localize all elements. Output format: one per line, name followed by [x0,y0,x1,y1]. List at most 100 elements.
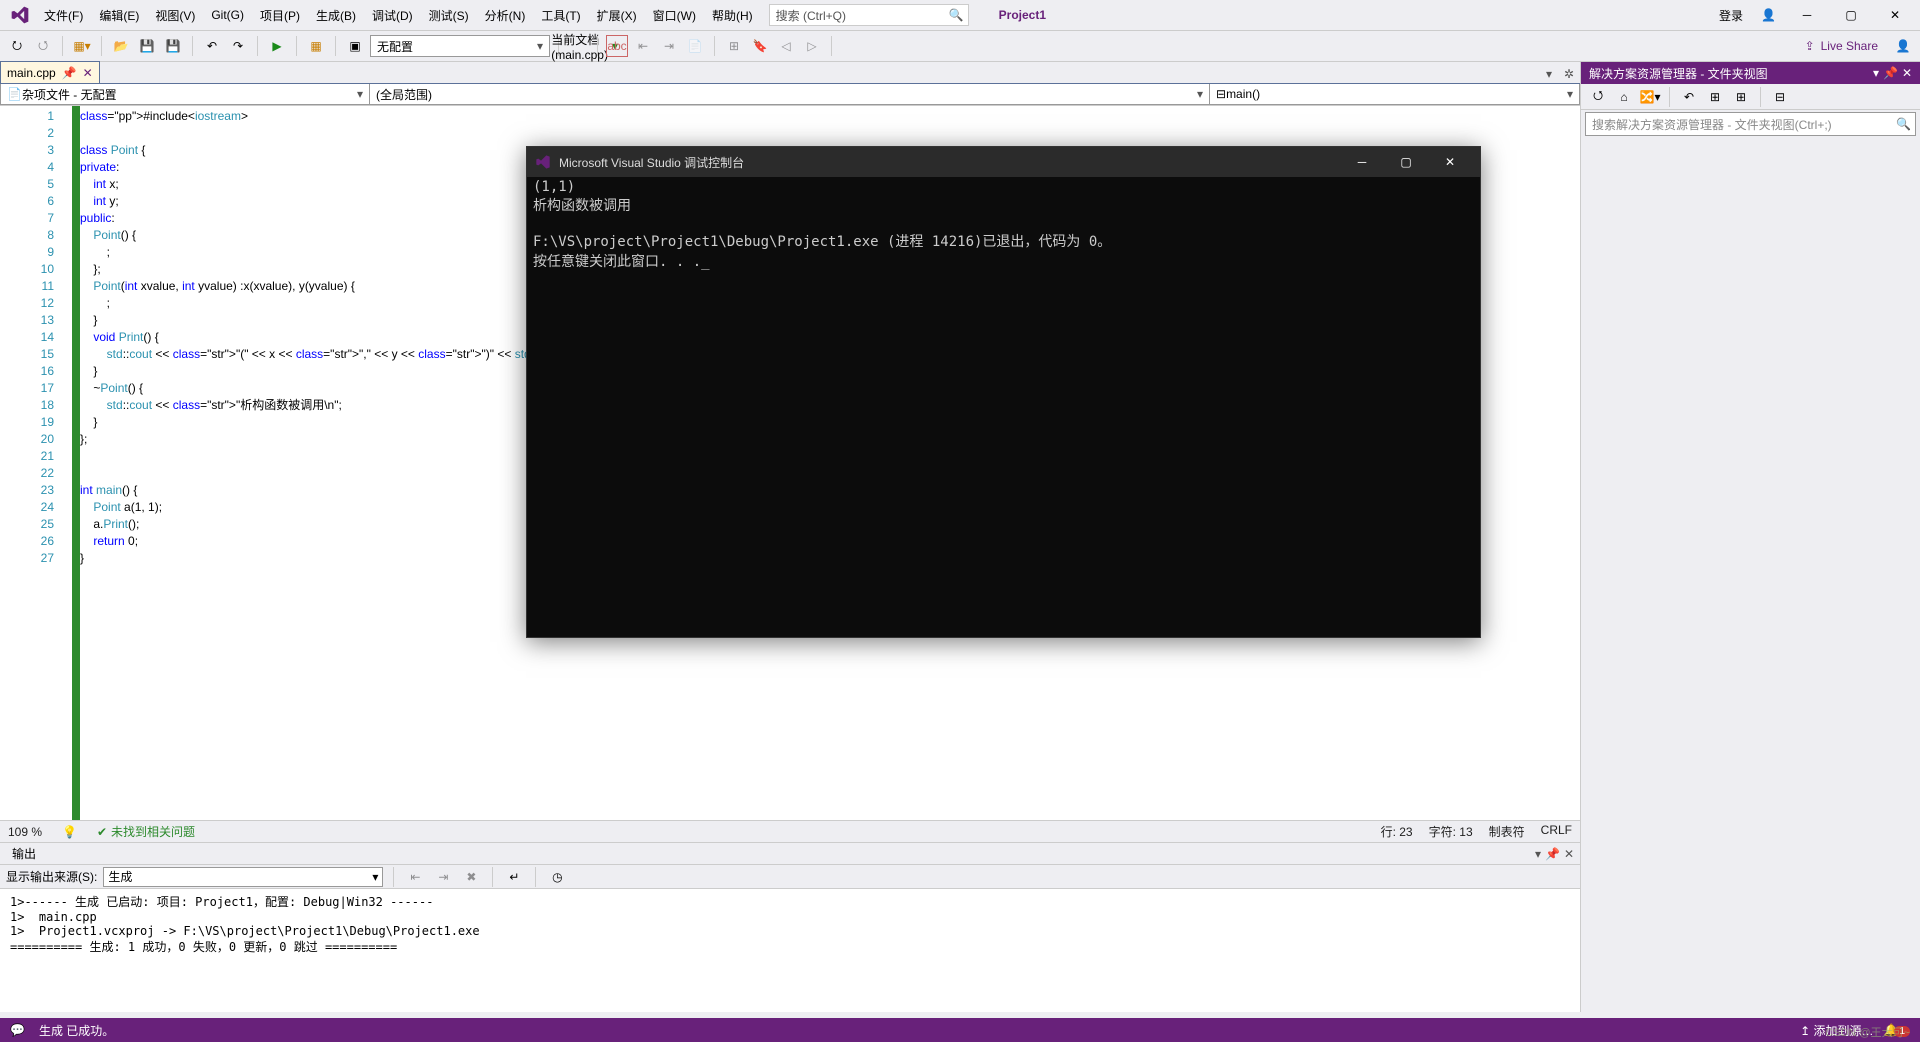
step-in-icon[interactable]: abc [606,35,628,57]
output-title: 输出 [6,845,42,862]
tab-close-icon[interactable]: ✕ [83,66,93,80]
out-clear-icon[interactable]: ✖ [460,866,482,888]
out-wrap-icon[interactable]: ↵ [503,866,525,888]
sol-pin-icon[interactable]: 📌 [1883,66,1898,80]
watermark: CSDN @王大可~ [1825,1024,1910,1040]
menu-debug[interactable]: 调试(D) [364,3,421,28]
bookmark2-button[interactable]: 🔖 [749,35,771,57]
solution-platform-button[interactable]: ▦ [305,35,327,57]
sol-dropdown-icon[interactable]: ▾ [1873,66,1879,80]
redo-button[interactable]: ↷ [227,35,249,57]
cursor-col: 字符: 13 [1429,823,1473,840]
window-minimize[interactable]: ─ [1786,1,1828,29]
tab-dropdown[interactable]: ▾ [1540,65,1558,83]
menu-file[interactable]: 文件(F) [36,3,91,28]
signin-link[interactable]: 登录 [1711,3,1751,28]
menu-tools[interactable]: 工具(T) [533,3,588,28]
sol-showall-icon[interactable]: ⊞ [1730,86,1752,108]
code-navbar: 📄 杂项文件 - 无配置 (全局范围) ⊟ main() [0,84,1580,106]
run-target-button[interactable]: ▶ 当前文档(main.cpp) ▾ [567,35,589,57]
out-next-icon[interactable]: ⇥ [432,866,454,888]
pin-icon[interactable]: 📌 [62,66,77,80]
console-maximize[interactable]: ▢ [1384,147,1428,177]
debug-console-window[interactable]: Microsoft Visual Studio 调试控制台 ─ ▢ ✕ (1,1… [526,146,1481,638]
menu-ext[interactable]: 扩展(X) [589,3,645,28]
global-search-input[interactable]: 搜索 (Ctrl+Q) 🔍 [769,4,969,26]
sol-collapse-icon[interactable]: ⊟ [1769,86,1791,108]
uncomment-button[interactable]: ⇥ [658,35,680,57]
nav-member-select[interactable]: ⊟ main() [1210,84,1580,105]
sol-refresh-icon[interactable]: ⭯ [1587,86,1609,108]
console-minimize[interactable]: ─ [1340,147,1384,177]
undo-button[interactable]: ↶ [201,35,223,57]
menu-view[interactable]: 视图(V) [147,3,203,28]
save-all-button[interactable]: 💾 [162,35,184,57]
tab-main-cpp[interactable]: main.cpp 📌 ✕ [0,61,100,83]
output-panel: 输出 ▾ 📌 ✕ 显示输出来源(S): 生成 ⇤ ⇥ ✖ ↵ ◷ 1>-----… [0,842,1580,1012]
new-item-button[interactable]: ▦▾ [71,35,93,57]
console-title: Microsoft Visual Studio 调试控制台 [559,154,744,171]
main-toolbar: ⭮ ⭯ ▦▾ 📂 💾 💾 ↶ ↷ ▶ ▦ ▣ 无配置 ▶ 当前文档(main.c… [0,30,1920,62]
output-pin-icon[interactable]: 📌 [1545,847,1560,861]
menu-window[interactable]: 窗口(W) [645,3,704,28]
out-prev-icon[interactable]: ⇤ [404,866,426,888]
console-close[interactable]: ✕ [1428,147,1472,177]
prev-bookmark[interactable]: ◁ [775,35,797,57]
status-message: 生成 已成功。 [39,1022,114,1039]
menu-test[interactable]: 测试(S) [421,3,477,28]
sol-close-icon[interactable]: ✕ [1902,66,1912,80]
window-close[interactable]: ✕ [1874,1,1916,29]
save-button[interactable]: 💾 [136,35,158,57]
tab-settings-icon[interactable]: ✲ [1560,65,1578,83]
zoom-level[interactable]: 109 % [8,825,42,839]
menu-build[interactable]: 生成(B) [308,3,364,28]
vs-console-icon [535,154,551,170]
output-close-icon[interactable]: ✕ [1564,847,1574,861]
solution-search-input[interactable]: 搜索解决方案资源管理器 - 文件夹视图(Ctrl+;) 🔍 [1585,112,1916,136]
menu-analyze[interactable]: 分析(N) [477,3,534,28]
feedback-icon[interactable]: 💬 [10,1023,25,1037]
output-body[interactable]: 1>------ 生成 已启动: 项目: Project1，配置: Debug|… [0,889,1580,1012]
menubar: 文件(F) 编辑(E) 视图(V) Git(G) 项目(P) 生成(B) 调试(… [0,0,1920,30]
build-config-button[interactable]: ▣ [344,35,366,57]
bookmark-button[interactable]: 📄 [684,35,706,57]
menu-edit[interactable]: 编辑(E) [91,3,147,28]
next-bookmark[interactable]: ▷ [801,35,823,57]
config-select[interactable]: 无配置 [370,35,550,57]
sol-home-icon[interactable]: ⌂ [1613,86,1635,108]
line-gutter: 1234567891011121314151617181920212223242… [0,106,72,820]
sol-back-icon[interactable]: ↶ [1678,86,1700,108]
liveshare-button[interactable]: ⇪ Live Share [1795,39,1888,53]
statusbar: 💬 生成 已成功。 CSDN @王大可~ ↥ 添加到源… 🔔1 [0,1018,1920,1042]
indent-mode: 制表符 [1489,823,1525,840]
editor-tabstrip: main.cpp 📌 ✕ ▾ ✲ [0,62,1580,84]
tab-label: main.cpp [7,66,56,80]
output-dropdown-icon[interactable]: ▾ [1535,847,1541,861]
menu-project[interactable]: 项目(P) [252,3,308,28]
nav-scope-select[interactable]: (全局范围) [370,84,1210,105]
nav-file-select[interactable]: 📄 杂项文件 - 无配置 [0,84,370,105]
sol-sync-icon[interactable]: ⊞ [1704,86,1726,108]
console-titlebar[interactable]: Microsoft Visual Studio 调试控制台 ─ ▢ ✕ [527,147,1480,177]
back-button[interactable]: ⭮ [6,35,28,57]
user-icon[interactable]: 👤 [1753,8,1784,22]
output-source-select[interactable]: 生成 [103,867,383,887]
vs-logo-icon [10,5,30,25]
window-maximize[interactable]: ▢ [1830,1,1872,29]
lightbulb-icon[interactable]: 💡 [62,825,77,839]
start-button[interactable]: ▶ [266,35,288,57]
solution-toolbar: ⭯ ⌂ 🔀▾ ↶ ⊞ ⊞ ⊟ [1581,84,1920,110]
forward-button[interactable]: ⭯ [32,35,54,57]
output-source-label: 显示输出来源(S): [6,868,97,885]
feedback-button[interactable]: 👤 [1892,35,1914,57]
open-button[interactable]: 📂 [110,35,132,57]
comment-button[interactable]: ⇤ [632,35,654,57]
search-placeholder: 搜索 (Ctrl+Q) [776,7,846,24]
menu-help[interactable]: 帮助(H) [704,3,761,28]
search-icon: 🔍 [1896,117,1911,131]
menu-git[interactable]: Git(G) [203,4,252,26]
out-time-icon[interactable]: ◷ [546,866,568,888]
sol-switch-icon[interactable]: 🔀▾ [1639,86,1661,108]
toggle-button[interactable]: ⊞ [723,35,745,57]
console-body[interactable]: (1,1) 析构函数被调用 F:\VS\project\Project1\Deb… [527,177,1480,637]
